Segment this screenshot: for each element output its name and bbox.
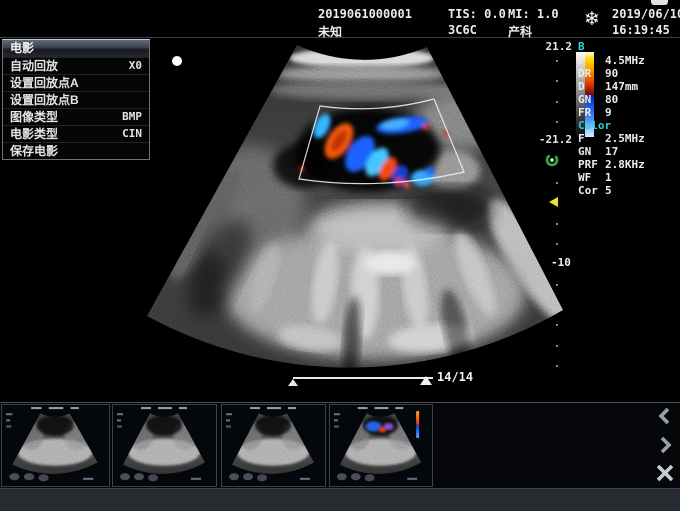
thumb-close-button[interactable] [655,463,675,488]
menu-item-label: 设置回放点B [10,92,79,108]
cine-slider-position-marker[interactable] [420,376,432,385]
cine-slider-start-marker[interactable] [288,379,298,386]
thumbnail-image [113,405,216,486]
probe-mark-icon [545,153,559,172]
thumbnail-3[interactable] [221,404,326,487]
probe-orientation-dot [172,56,182,66]
ruler-tick [556,141,558,143]
param-row: F2.5MHz [578,132,678,145]
system-time: 16:19:45 [612,23,670,37]
ruler-tick [556,80,558,82]
menu-item-label: 图像类型 [10,109,58,125]
depth-label: -10 [551,256,571,269]
thumbnail-4[interactable] [329,404,433,487]
status-bar: 2019061000001 未知 TIS: 0.0 3C6C MI: 1.0 产… [0,0,680,38]
param-row: PRF2.8KHz [578,158,678,171]
menu-item-5[interactable]: 电影类型CIN [3,125,149,142]
param-row: WF1 [578,171,678,184]
taskbar: EN [0,488,680,511]
thumb-colorbar [416,411,419,438]
menu-item-label: 自动回放 [10,58,58,74]
ruler-tick [556,304,558,306]
menu-item-label: 电影类型 [10,126,58,142]
thumb-prev-button[interactable] [656,407,674,430]
menu-item-4[interactable]: 图像类型BMP [3,108,149,125]
patient-id: 2019061000001 [318,7,412,21]
menu-item-1[interactable]: 自动回放X0 [3,57,149,74]
menu-item-3[interactable]: 设置回放点B [3,91,149,108]
param-row: GN17 [578,145,678,158]
ruler-tick [556,324,558,326]
ruler-tick [556,345,558,347]
top-corner-indicator [651,0,668,5]
menu-item-label: 设置回放点A [10,75,79,91]
focus-marker-icon [549,197,558,207]
param-row: Cor5 [578,184,678,197]
menu-item-label: 保存电影 [10,143,58,159]
ruler-tick [556,101,558,103]
ultrasound-image [130,38,580,383]
ruler-tick [556,182,558,184]
ruler-tick [556,243,558,245]
ruler-tick [556,60,558,62]
system-date: 2019/06/10 [612,7,680,21]
ultrasound-screen: 2019061000001 未知 TIS: 0.0 3C6C MI: 1.0 产… [0,0,680,511]
thumbnail-2[interactable] [112,404,217,487]
ruler-tick [556,121,558,123]
param-row: GN80 [578,93,678,106]
param-row: DR90 [578,67,678,80]
freeze-icon: ❄ [584,8,600,30]
cine-menu: 电影 自动回放X0设置回放点A设置回放点B图像类型BMP电影类型CIN保存电影 [2,39,150,160]
ruler-tick [556,223,558,225]
thumb-next-button[interactable] [656,436,674,459]
probe-model: 3C6C [448,23,477,37]
thumbnail-strip [0,402,680,488]
velocity-scale-max: 21.2 [538,40,572,53]
param-row: FR9 [578,106,678,119]
ruler-tick [556,365,558,367]
color-mode-header: Color [578,119,678,132]
imaging-parameters: F4.5MHzDR90D147mmGN80FR9ColorF2.5MHzGN17… [578,54,678,197]
tis-value: TIS: 0.0 [448,7,506,21]
velocity-scale-min: -21.2 [529,133,572,146]
thumbnail-image [330,405,432,486]
thumbnail-1[interactable] [1,404,110,487]
thumbnail-image [222,405,325,486]
menu-item-6[interactable]: 保存电影 [3,142,149,159]
frame-counter: 14/14 [437,370,473,384]
ruler-tick [556,284,558,286]
param-row: D147mm [578,80,678,93]
cine-menu-title[interactable]: 电影 [3,40,149,57]
mi-value: MI: 1.0 [508,7,559,21]
thumbnail-image [2,405,109,486]
param-row: F4.5MHz [578,54,678,67]
menu-item-2[interactable]: 设置回放点A [3,74,149,91]
cine-slider-track[interactable] [293,377,433,379]
